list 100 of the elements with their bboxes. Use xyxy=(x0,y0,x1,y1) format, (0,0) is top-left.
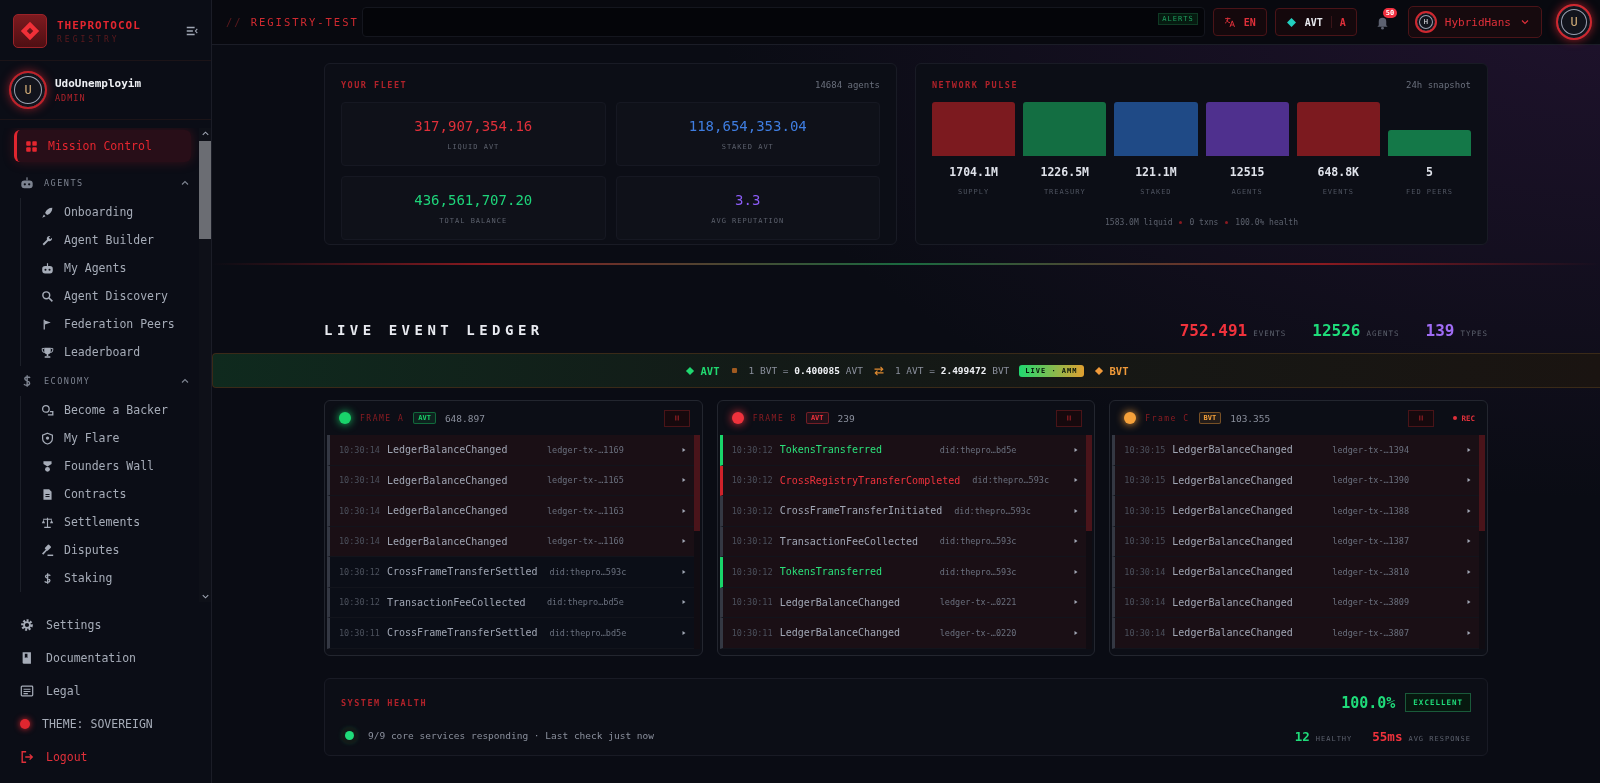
pause-button[interactable] xyxy=(663,409,690,427)
theme-toggle[interactable]: THEME: SOVEREIGN xyxy=(20,707,211,740)
trophy-icon xyxy=(41,345,54,359)
flag-icon xyxy=(41,317,54,331)
profile-avatar[interactable]: U xyxy=(1556,4,1592,40)
event-ref: ledger-tx-…3807 xyxy=(1332,627,1410,638)
nav-item[interactable]: Staking xyxy=(31,564,191,592)
ledger-row[interactable]: 10:30:12 TransactionFeeCollected did:thepro…bd5e xyxy=(327,587,694,618)
ledger-row[interactable]: 10:30:14 LedgerBalanceChanged ledger-tx-…3807 xyxy=(1112,618,1479,649)
list-icon xyxy=(20,683,34,698)
ledger-row[interactable]: 10:30:12 TokensTransferred did:thepro…bd5e xyxy=(719,435,1087,466)
nav-item[interactable]: Agent Discovery xyxy=(31,282,191,310)
ledger-row[interactable]: 10:30:14 LedgerBalanceChanged ledger-tx-…1160 xyxy=(327,526,694,557)
frame-value: 239 xyxy=(837,412,855,424)
event-ref: did:thepro…593c xyxy=(549,566,627,577)
ledger-row[interactable]: 10:30:14 LedgerBalanceChanged ledger-tx-…1165 xyxy=(327,465,694,496)
ledger-row[interactable]: 10:30:14 LedgerBalanceChanged ledger-tx-…3810 xyxy=(1112,557,1479,588)
pulse-value: 1226.5M xyxy=(1040,165,1089,179)
event-time: 10:30:15 xyxy=(1124,444,1167,455)
ledger-row[interactable]: 10:30:15 LedgerBalanceChanged ledger-tx-…1394 xyxy=(1112,435,1479,466)
nav-item[interactable]: Onboarding xyxy=(31,198,191,226)
nav-group-header[interactable]: AGENTS xyxy=(14,168,191,198)
robot-icon xyxy=(41,261,54,275)
event-time: 10:30:15 xyxy=(1124,475,1167,486)
pulse-value: 121.1M xyxy=(1135,165,1177,179)
scrollbar-thumb[interactable] xyxy=(199,141,211,239)
search-icon xyxy=(41,289,54,303)
event-name: TransactionFeeCollected xyxy=(779,535,920,547)
ledger-row[interactable]: 10:30:14 LedgerBalanceChanged ledger-tx-…3809 xyxy=(1112,587,1479,618)
nav-item[interactable]: My Agents xyxy=(31,254,191,282)
ledger-row[interactable]: 10:30:12 CrossFrameTransferInitiated did:thepro…593c xyxy=(719,496,1087,527)
ledger-row[interactable]: 10:30:12 CrossRegistryTransferCompleted did:thepro…593c xyxy=(719,465,1087,496)
frame-title: Frame C xyxy=(1145,413,1190,423)
nav-item[interactable]: Settlements xyxy=(31,508,191,536)
event-time: 10:30:14 xyxy=(1124,627,1167,638)
event-ref: ledger-tx-…1388 xyxy=(1332,505,1410,516)
nav-item[interactable]: Agent Builder xyxy=(31,226,191,254)
scales-icon xyxy=(41,515,54,529)
dollar-icon xyxy=(41,571,54,585)
agent-count: 14684 agents xyxy=(814,80,880,90)
diamond-icon xyxy=(1285,16,1297,28)
sidebar-link[interactable]: Settings xyxy=(20,608,211,641)
nav-item[interactable]: Disputes xyxy=(31,536,191,564)
stat-value: 118,654,353.04 xyxy=(688,117,807,134)
ledger-row[interactable]: 10:30:15 LedgerBalanceChanged ledger-tx-…1387 xyxy=(1112,526,1479,557)
ledger-row[interactable]: 10:30:11 LedgerBalanceChanged ledger-tx-…0220 xyxy=(719,618,1087,649)
ledger-row[interactable]: 10:30:12 TransactionFeeCollected did:thepro…593c xyxy=(719,526,1087,557)
event-time: 10:30:12 xyxy=(731,444,774,455)
grid-icon xyxy=(25,139,38,153)
pause-button[interactable] xyxy=(1408,409,1435,427)
ledger-row[interactable]: 10:30:15 LedgerBalanceChanged ledger-tx-…1390 xyxy=(1112,465,1479,496)
ledger-row[interactable]: 10:30:15 LedgerBalanceChanged ledger-tx-…1388 xyxy=(1112,496,1479,527)
nav-item[interactable]: Become a Backer xyxy=(31,396,191,424)
gavel-icon xyxy=(41,543,54,557)
nav-item[interactable]: Federation Peers xyxy=(31,310,191,338)
nav-item[interactable]: Leaderboard xyxy=(31,338,191,366)
event-ref: ledger-tx-…1394 xyxy=(1332,444,1410,455)
ledger-row[interactable]: 10:30:11 LedgerBalanceChanged ledger-tx-…0221 xyxy=(719,587,1087,618)
ledger-row[interactable]: 10:30:14 LedgerBalanceChanged ledger-tx-…1163 xyxy=(327,496,694,527)
event-name: LedgerBalanceChanged xyxy=(387,474,509,486)
event-ref: ledger-tx-…3809 xyxy=(1332,597,1410,608)
nav-item[interactable]: My Flare xyxy=(31,424,191,452)
event-name: LedgerBalanceChanged xyxy=(1172,505,1294,517)
event-name: CrossRegistryTransferCompleted xyxy=(779,474,961,486)
sidebar-link[interactable]: Legal xyxy=(20,674,211,707)
stat-value: 12526 xyxy=(1312,320,1361,340)
summary-text: 0 txns xyxy=(1189,218,1219,227)
event-ref: ledger-tx-…0221 xyxy=(939,597,1017,608)
dollar-icon xyxy=(20,374,34,388)
ledger-row[interactable]: 10:30:14 LedgerBalanceChanged ledger-tx-…1169 xyxy=(327,435,694,466)
period-label: 24h snapshot xyxy=(1405,80,1471,90)
sidebar-link[interactable]: Documentation xyxy=(20,641,211,674)
event-ref: ledger-tx-…3810 xyxy=(1332,566,1410,577)
logout-link[interactable]: Logout xyxy=(20,740,211,773)
shield-icon xyxy=(41,431,54,445)
scrollbar-thumb[interactable] xyxy=(693,435,700,531)
collapse-menu-icon[interactable] xyxy=(185,24,199,38)
swap-icon xyxy=(872,364,885,377)
token-button[interactable]: AVT A xyxy=(1274,8,1357,36)
ledger-row[interactable]: 10:30:12 CrossFrameTransferSettled did:thepro…593c xyxy=(327,557,694,588)
scrollbar-thumb[interactable] xyxy=(1086,435,1093,531)
ledger-row[interactable]: 10:30:11 CrossFrameTransferSettled did:thepro…bd5e xyxy=(327,618,694,649)
event-time: 10:30:14 xyxy=(1124,597,1167,608)
nav-group-header[interactable]: ECONOMY xyxy=(14,366,191,396)
pulse-value: 12515 xyxy=(1229,165,1265,179)
ledger-row[interactable]: 10:30:12 TokensTransferred did:thepro…593c xyxy=(719,557,1087,588)
panel-title: YOUR FLEET xyxy=(341,80,408,90)
event-name: LedgerBalanceChanged xyxy=(387,444,509,456)
nav-item[interactable]: Founders Wall xyxy=(31,452,191,480)
scrollbar-thumb[interactable] xyxy=(1479,435,1485,531)
nav-item[interactable]: Contracts xyxy=(31,480,191,508)
stat-value: 436,561,707.20 xyxy=(414,191,533,208)
event-time: 10:30:15 xyxy=(1124,536,1167,547)
nav-item[interactable]: Mission Control xyxy=(14,130,191,162)
book-icon xyxy=(20,650,34,665)
event-name: LedgerBalanceChanged xyxy=(779,596,902,608)
settings-icon xyxy=(20,617,34,632)
pause-button[interactable] xyxy=(1056,409,1083,427)
language-button[interactable]: EN xyxy=(1212,8,1267,36)
logo xyxy=(13,14,47,48)
